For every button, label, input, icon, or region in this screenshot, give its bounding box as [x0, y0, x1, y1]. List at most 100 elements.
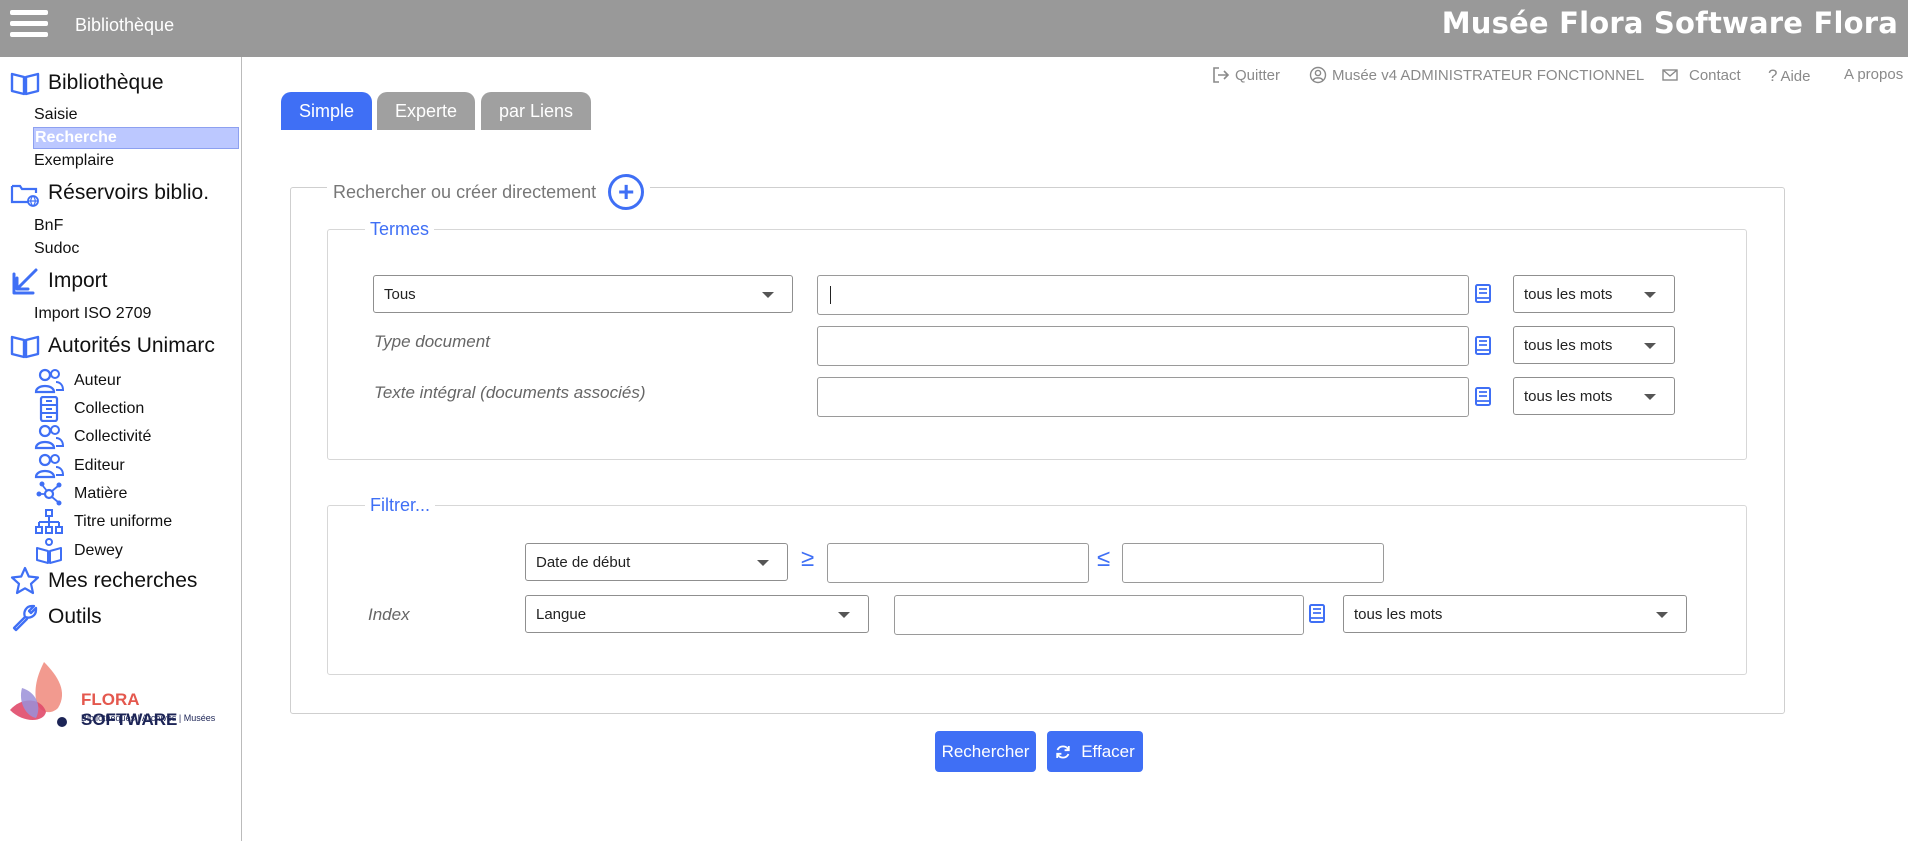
sign-out-icon [1213, 67, 1230, 83]
mode-select-1[interactable]: tous les mots [1513, 275, 1675, 313]
search-panel-legend: Rechercher ou créer directement + [327, 174, 651, 210]
sidebar-item-collectivite[interactable]: Collectivité [34, 424, 151, 450]
sidebar-item-collection[interactable]: Collection [34, 396, 144, 422]
sidebar-section-autorites[interactable]: Autorités Unimarc [10, 331, 215, 361]
sidebar-section-label: Mes recherches [48, 569, 198, 592]
index-select[interactable]: Langue [525, 595, 869, 633]
caret-down-icon [1656, 612, 1668, 618]
date-select-value: Date de début [536, 553, 631, 571]
sidebar-item-auteur[interactable]: Auteur [34, 368, 121, 394]
field-select-value: Tous [384, 285, 416, 303]
quit-link[interactable]: Quitter [1212, 66, 1280, 84]
sidebar-section-label: Bibliothèque [48, 71, 164, 94]
tab-par-liens[interactable]: par Liens [481, 92, 591, 130]
filtrer-legend: Filtrer... [365, 495, 436, 516]
contact-link[interactable]: Contact [1661, 66, 1741, 84]
sidebar-item-label: Collection [74, 400, 145, 417]
field-select[interactable]: Tous [373, 275, 793, 313]
about-label: A propos [1844, 66, 1904, 83]
hierarchy-icon [35, 509, 63, 534]
sidebar-section-bibliotheque[interactable]: Bibliothèque [10, 68, 164, 98]
users-icon [34, 424, 64, 450]
texte-integral-label: Texte intégral (documents associés) [374, 383, 646, 402]
topbar-title[interactable]: Bibliothèque [75, 15, 174, 36]
index-mode-select[interactable]: tous les mots [1343, 595, 1687, 633]
clear-button[interactable]: Effacer [1047, 731, 1143, 772]
terms-input-3[interactable] [817, 377, 1469, 417]
filtrer-fieldset [327, 505, 1747, 675]
import-arrow-icon [12, 268, 38, 295]
sidebar-item-matiere[interactable]: Matière [34, 481, 127, 507]
quit-label: Quitter [1235, 66, 1281, 84]
sidebar-item-label: Editeur [74, 457, 125, 474]
text-cursor [830, 286, 831, 304]
sidebar-item-exemplaire[interactable]: Exemplaire [34, 152, 114, 170]
terms-input-2[interactable] [817, 326, 1469, 366]
sidebar-item-import-iso[interactable]: Import ISO 2709 [34, 305, 151, 323]
caret-down-icon [1644, 394, 1656, 400]
termes-legend: Termes [365, 219, 435, 240]
open-book-icon [10, 335, 40, 359]
caret-down-icon [1644, 292, 1656, 298]
sidebar-item-label: Collectivité [74, 428, 152, 445]
date-select[interactable]: Date de début [525, 543, 788, 581]
sidebar-item-bnf[interactable]: BnF [34, 217, 63, 235]
help-label: Aide [1780, 67, 1811, 85]
sidebar-item-titre-uniforme[interactable]: Titre uniforme [34, 509, 172, 535]
book-list-icon[interactable] [1474, 284, 1492, 304]
index-select-value: Langue [536, 605, 587, 623]
index-label: Index [368, 605, 410, 624]
mode-select-value: tous les mots [1524, 336, 1613, 354]
tab-experte[interactable]: Experte [377, 92, 475, 130]
less-equal-sign: ≤ [1097, 545, 1111, 572]
mode-select-3[interactable]: tous les mots [1513, 377, 1675, 415]
caret-down-icon [757, 560, 769, 566]
user-label: Musée v4 ADMINISTRATEUR FONCTIONNEL [1332, 66, 1645, 84]
sidebar: Bibliothèque Saisie Recherche Exemplaire… [0, 57, 242, 841]
users-icon [34, 453, 64, 479]
help-link[interactable]: ? Aide [1768, 66, 1811, 86]
greater-equal-sign: ≥ [801, 545, 815, 572]
mode-select-2[interactable]: tous les mots [1513, 326, 1675, 364]
sidebar-section-reservoirs[interactable]: Réservoirs biblio. [10, 178, 209, 208]
plus-circle-icon[interactable]: + [608, 174, 645, 210]
tab-simple[interactable]: Simple [281, 92, 372, 130]
open-book-icon [10, 72, 40, 96]
sidebar-item-dewey[interactable]: Dewey [34, 538, 123, 564]
book-list-icon[interactable] [1308, 604, 1326, 624]
sidebar-section-outils[interactable]: Outils [10, 602, 102, 632]
wrench-icon [12, 604, 38, 632]
mode-select-value: tous les mots [1524, 387, 1613, 405]
sidebar-section-label: Réservoirs biblio. [48, 181, 210, 204]
sidebar-section-import[interactable]: Import [10, 266, 108, 296]
sidebar-section-label: Autorités Unimarc [48, 334, 215, 357]
index-input[interactable] [894, 595, 1304, 635]
sidebar-item-label: Dewey [74, 542, 123, 559]
refresh-icon [1056, 745, 1070, 758]
sidebar-item-recherche[interactable]: Recherche [33, 127, 239, 149]
top-bar: Bibliothèque Musée Flora Software Flora [0, 0, 1908, 57]
book-list-icon[interactable] [1474, 387, 1492, 407]
sidebar-item-saisie[interactable]: Saisie [34, 106, 78, 124]
sidebar-section-mes-recherches[interactable]: Mes recherches [10, 566, 197, 596]
sidebar-item-sudoc[interactable]: Sudoc [34, 240, 79, 258]
book-list-icon[interactable] [1474, 336, 1492, 356]
logo-brand-a: FLORA [81, 690, 140, 709]
search-button-label: Rechercher [941, 741, 1030, 761]
about-link[interactable]: A propos [1844, 66, 1903, 83]
terms-input-1[interactable] [817, 275, 1469, 315]
users-icon [34, 368, 64, 394]
caret-down-icon [762, 292, 774, 298]
mode-select-value: tous les mots [1524, 285, 1613, 303]
date-from-input[interactable] [827, 543, 1089, 583]
sidebar-item-label: Auteur [74, 372, 122, 389]
sidebar-item-editeur[interactable]: Editeur [34, 453, 125, 479]
search-panel-legend-text: Rechercher ou créer directement [333, 181, 597, 202]
search-button[interactable]: Rechercher [935, 731, 1036, 772]
brand-title: Musée Flora Software Flora [1441, 6, 1898, 40]
date-to-input[interactable] [1122, 543, 1384, 583]
hamburger-icon[interactable] [10, 8, 48, 38]
sidebar-section-label: Import [48, 269, 108, 292]
star-icon [10, 566, 40, 595]
user-link[interactable]: Musée v4 ADMINISTRATEUR FONCTIONNEL [1309, 66, 1644, 84]
